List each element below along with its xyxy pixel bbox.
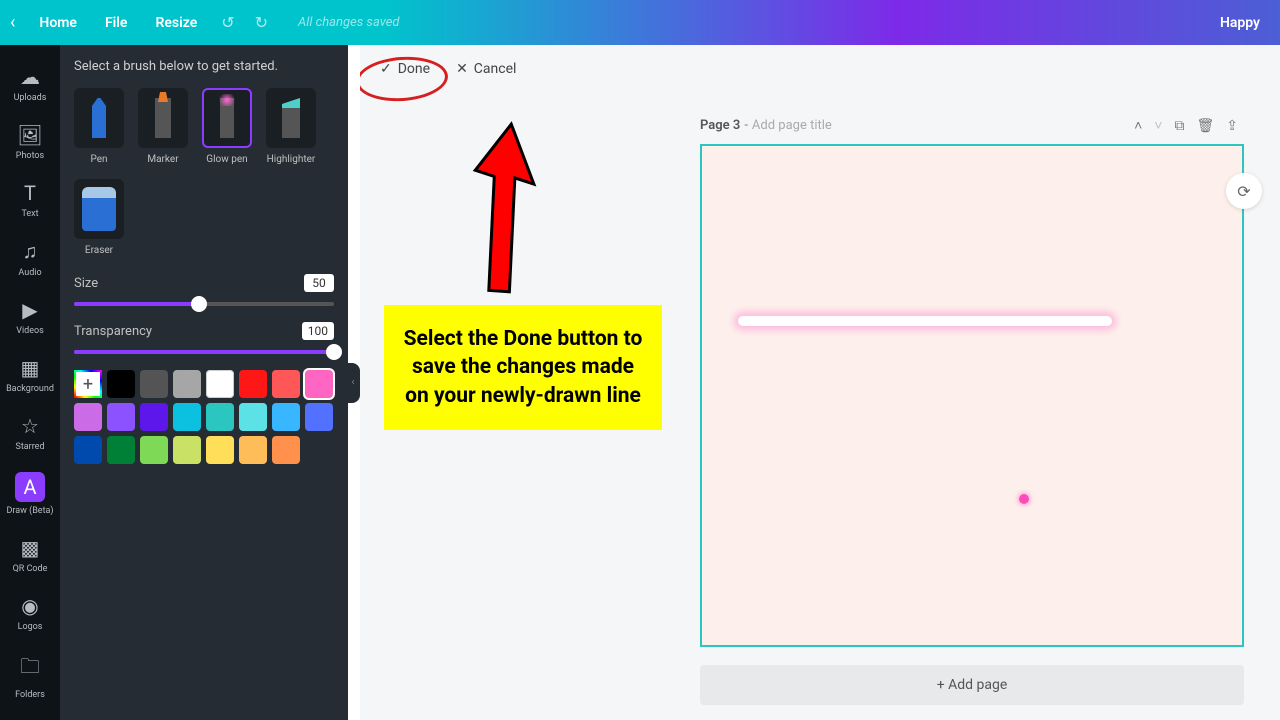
page-up-icon[interactable]: ˄: [1128, 113, 1148, 138]
top-bar: ‹ Home File Resize ↺ ↻ All changes saved…: [0, 0, 1280, 45]
brush-eraser[interactable]: Eraser: [74, 179, 124, 256]
brush-marker[interactable]: Marker: [138, 88, 188, 165]
color-swatch[interactable]: [206, 403, 234, 431]
nav-folders[interactable]: 🗀Folders: [0, 642, 60, 710]
draw-icon: A: [23, 475, 36, 499]
color-swatch[interactable]: [107, 403, 135, 431]
color-swatch[interactable]: [173, 403, 201, 431]
resize-menu[interactable]: Resize: [141, 9, 211, 37]
star-icon: ☆: [21, 414, 39, 438]
back-icon[interactable]: ‹: [10, 12, 15, 33]
close-icon: ✕: [456, 61, 468, 77]
nav-videos[interactable]: ▶Videos: [0, 288, 60, 346]
photo-icon: 🖼: [17, 123, 42, 147]
undo-icon[interactable]: ↺: [211, 7, 244, 38]
nav-background[interactable]: ▦Background: [0, 346, 60, 404]
page-number: Page 3: [700, 118, 740, 133]
folder-icon: 🗀: [20, 652, 40, 686]
nav-draw[interactable]: ADraw (Beta): [0, 462, 60, 526]
color-swatch[interactable]: [305, 403, 333, 431]
nav-rail: ☁Uploads 🖼Photos TText ♫Audio ▶Videos ▦B…: [0, 45, 60, 720]
logo-icon: ◉: [21, 594, 38, 618]
page-canvas[interactable]: [700, 144, 1244, 647]
page-header: Page 3 - Add page title ˄ ˅ ⧉ 🗑 ⇪: [700, 113, 1244, 138]
color-palette: +: [74, 370, 334, 464]
brush-glow-pen[interactable]: Glow pen: [202, 88, 252, 165]
nav-photos[interactable]: 🖼Photos: [0, 113, 60, 171]
collapse-panel-icon[interactable]: ‹: [346, 363, 360, 403]
cloud-upload-icon: ☁: [20, 65, 40, 89]
color-swatch[interactable]: [74, 436, 102, 464]
color-swatch[interactable]: [272, 370, 300, 398]
color-swatch[interactable]: [173, 436, 201, 464]
color-swatch[interactable]: [239, 403, 267, 431]
canvas-area: ✓Done ✕Cancel Select the Done button to …: [360, 45, 1280, 720]
nav-text[interactable]: TText: [0, 171, 60, 229]
color-swatch[interactable]: [206, 370, 234, 398]
color-swatch[interactable]: [206, 436, 234, 464]
file-menu[interactable]: File: [91, 9, 142, 37]
color-swatch[interactable]: [140, 370, 168, 398]
color-swatch[interactable]: [239, 436, 267, 464]
color-swatch[interactable]: [272, 403, 300, 431]
nav-qrcode[interactable]: ▩QR Code: [0, 526, 60, 584]
audio-icon: ♫: [23, 239, 38, 264]
text-icon: T: [24, 181, 36, 205]
color-swatch[interactable]: [272, 436, 300, 464]
transparency-slider[interactable]: Transparency100: [74, 322, 334, 354]
drawn-stroke[interactable]: [738, 316, 1112, 326]
panel-hint: Select a brush below to get started.: [74, 59, 334, 74]
redo-icon[interactable]: ↻: [245, 7, 278, 38]
color-swatch[interactable]: [173, 370, 201, 398]
done-button[interactable]: ✓Done: [370, 55, 440, 83]
refresh-icon[interactable]: ⟳: [1226, 173, 1262, 209]
check-icon: ✓: [380, 61, 392, 77]
save-status: All changes saved: [298, 15, 399, 30]
color-swatch[interactable]: [74, 403, 102, 431]
color-swatch[interactable]: [107, 370, 135, 398]
color-swatch[interactable]: [107, 436, 135, 464]
color-picker-button[interactable]: +: [74, 370, 102, 398]
brush-highlighter[interactable]: Highlighter: [266, 88, 316, 165]
add-page-button[interactable]: + Add page: [700, 665, 1244, 705]
annotation-callout: Select the Done button to save the chang…: [384, 305, 662, 430]
page-title-input[interactable]: Add page title: [752, 118, 832, 133]
brush-pen[interactable]: Pen: [74, 88, 124, 165]
size-slider[interactable]: Size50: [74, 274, 334, 306]
home-menu[interactable]: Home: [25, 9, 91, 37]
color-swatch[interactable]: [305, 370, 333, 398]
nav-starred[interactable]: ☆Starred: [0, 404, 60, 462]
color-swatch[interactable]: [140, 403, 168, 431]
background-icon: ▦: [21, 356, 40, 380]
delete-page-icon[interactable]: 🗑: [1190, 114, 1220, 138]
annotation-arrow-icon: [430, 115, 540, 295]
qrcode-icon: ▩: [21, 536, 40, 560]
color-swatch[interactable]: [239, 370, 267, 398]
edit-bar: ✓Done ✕Cancel: [360, 55, 1280, 83]
duplicate-page-icon[interactable]: ⧉: [1168, 114, 1190, 138]
video-icon: ▶: [22, 298, 37, 322]
cancel-button[interactable]: ✕Cancel: [446, 55, 526, 83]
color-swatch[interactable]: [140, 436, 168, 464]
brush-cursor: [1019, 494, 1029, 504]
nav-audio[interactable]: ♫Audio: [0, 229, 60, 288]
nav-uploads[interactable]: ☁Uploads: [0, 55, 60, 113]
share-page-icon[interactable]: ⇪: [1220, 114, 1244, 138]
user-name[interactable]: Happy: [1220, 15, 1270, 31]
nav-logos[interactable]: ◉Logos: [0, 584, 60, 642]
page-down-icon[interactable]: ˅: [1148, 113, 1168, 138]
draw-panel: Select a brush below to get started. Pen…: [60, 45, 348, 720]
